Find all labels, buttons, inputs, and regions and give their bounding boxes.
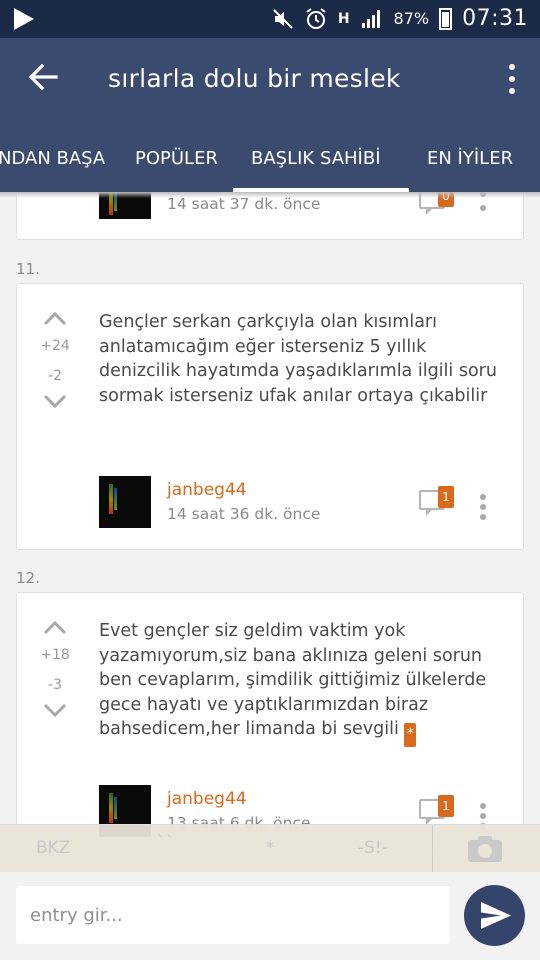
entry-card: +24 -2 Gençler serkan çarkçıyla olan kıs… [16, 283, 524, 550]
upvote-count: +24 [40, 338, 70, 354]
upvote-icon[interactable] [43, 621, 67, 635]
tab-bastan-basa[interactable]: NDAN BAŞA [0, 148, 105, 169]
avatar[interactable] [99, 476, 151, 528]
tab-en-iyiler[interactable]: EN İYİLER [427, 148, 513, 169]
downvote-icon[interactable] [43, 394, 67, 408]
comment-icon[interactable]: 1 [419, 486, 455, 520]
entry-date: 14 saat 36 dk. önce [167, 505, 321, 523]
alarm-icon [306, 7, 326, 29]
status-bar: H 87% 07:31 [0, 0, 540, 38]
entry-input-bar [0, 872, 540, 960]
network-type-icon: H [337, 10, 350, 27]
camera-icon[interactable] [468, 833, 502, 863]
spoiler-button[interactable]: -S!- [358, 838, 388, 858]
entry-number: 11. [16, 260, 40, 278]
editor-toolbar: BKZ `` * -S!- [0, 824, 540, 873]
downvote-icon[interactable] [43, 703, 67, 717]
tab-bar: NDAN BAŞA POPÜLER BAŞLIK SAHİBİ EN İYİLE… [0, 122, 540, 192]
entry-text: Evet gençler siz geldim vaktim yok yazam… [99, 619, 509, 747]
tab-populer[interactable]: POPÜLER [135, 148, 218, 169]
gizli-bkz-button[interactable]: `` [157, 833, 174, 853]
play-store-icon [14, 8, 34, 30]
asterisk-button[interactable]: * [266, 838, 275, 858]
entry-author[interactable]: janbeg44 [167, 789, 247, 809]
app-toolbar: sırlarla dolu bir meslek [0, 38, 540, 122]
entry-author[interactable]: janbeg44 [167, 480, 247, 500]
mute-icon [273, 8, 293, 29]
entry-card: +18 -3 Evet gençler siz geldim vaktim yo… [16, 592, 524, 852]
signal-icon [361, 9, 380, 28]
send-icon [481, 902, 511, 929]
entry-input[interactable] [16, 886, 450, 944]
clock: 07:31 [462, 6, 528, 31]
tab-baslik-sahibi[interactable]: BAŞLIK SAHİBİ [251, 148, 381, 169]
battery-icon [439, 7, 453, 30]
overflow-menu-icon[interactable] [506, 64, 518, 94]
battery-percent: 87% [393, 9, 430, 28]
entry-number: 12. [16, 569, 40, 587]
entry-text: Gençler serkan çarkçıyla olan kısımları … [99, 312, 497, 406]
page-title: sırlarla dolu bir meslek [108, 64, 401, 93]
bkz-badge[interactable]: * [404, 723, 417, 747]
send-button[interactable] [464, 885, 525, 946]
upvote-count: +18 [40, 647, 70, 663]
bkz-button[interactable]: BKZ [36, 838, 70, 858]
entry-menu-icon[interactable] [479, 494, 487, 520]
comment-count: 1 [438, 795, 454, 817]
downvote-count: -2 [48, 368, 62, 384]
comment-count: 1 [438, 486, 454, 508]
back-arrow-icon[interactable] [26, 60, 60, 94]
upvote-icon[interactable] [43, 312, 67, 326]
downvote-count: -3 [48, 677, 62, 693]
